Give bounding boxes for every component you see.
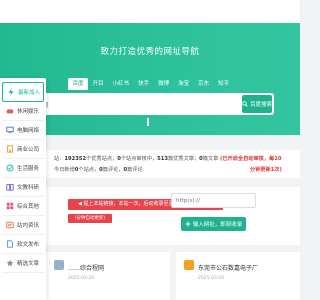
text-cursor-icon [147,118,149,126]
site-stats: 站：192352个优秀站点，0个站点审核中，513篇优秀文章，0篇文章 (已开启… [46,150,300,178]
game-icon [6,109,14,114]
sidebar-item-leisure[interactable]: 休闲娱乐 [2,102,44,121]
sidebar-item-life[interactable]: 生活服务 [2,159,44,178]
sidebar-item-label: 电脑网络 [17,128,40,134]
site-logo-icon [54,260,64,270]
bolt-icon [8,88,14,96]
sidebar-item-label: 最新加入 [18,90,41,96]
top-navbar [0,0,300,23]
submit-site-card: ◀ 提上本站链接，本站一次，后动收录至页面一次，先 （分钟自动更新） 输入网址，… [46,187,300,245]
plus-icon [185,221,191,227]
tab-taobao[interactable]: 淘宝 [174,78,194,90]
stats-text: 篇优秀文章， [168,156,200,162]
site-name[interactable]: 东莞市公石数嘉电子厂 [198,263,258,272]
site-logo-icon [184,260,194,270]
search-engine-tabs: 百度 开目 小红书 快手 微博 淘宝 京东 知乎 [68,78,234,90]
doc-icon [7,240,13,248]
stats-label: 站： [54,156,65,162]
sidebar-item-label: 休闲娱乐 [17,109,40,115]
search-button[interactable]: 百度搜索 [242,95,272,113]
grid-icon [6,202,14,210]
stats-line-1: 站：192352个优秀站点，0个站点审核中，513篇优秀文章，0篇文章 (已开启… [54,155,281,162]
news-icon [6,221,14,229]
articles-count: 513 [157,156,168,162]
sidebar-item-computer[interactable]: 电脑网络 [2,121,44,140]
sidebar-item-label: 商业公司 [17,147,40,153]
tab-weibo[interactable]: 微博 [154,78,174,90]
site-card[interactable]: ……综合程网 2025-03-20 [46,252,170,300]
submit-button-label: 输入网址，即刻收录 [192,222,243,228]
search-icon [242,101,248,107]
auto-update-badge: （分钟自动更新） [68,214,112,223]
computer-icon [6,126,14,134]
search-button-label: 百度搜索 [250,102,273,108]
sidebar-item-education[interactable]: 文教科研 [2,178,44,197]
sidebar-item-latest[interactable]: 最新加入 [2,82,44,102]
auto-review-note: (已开启全自动审核，每10 [220,156,282,162]
sidebar-item-label: 精选文章 [17,261,40,267]
building-icon [7,145,13,153]
sidebar-item-business[interactable]: 商业公司 [2,140,44,159]
stats-label: 今日新增 [54,167,75,173]
search-input[interactable] [42,93,222,115]
site-card[interactable]: 东莞市公石数嘉电子厂 2025-03-20 [176,252,300,300]
stats-text: 篇评论 [127,167,143,173]
stats-text: 篇文章 [202,156,219,162]
submit-site-button[interactable]: 输入网址，即刻收录 [181,217,246,231]
sidebar-item-label: 生活服务 [17,166,40,172]
book-icon [6,184,14,191]
url-input[interactable] [171,193,256,208]
hero-title: 致力打造优秀的网址导航 [100,47,200,57]
stats-text: 个站点审核中， [120,156,158,162]
tab-jd[interactable]: 京东 [194,78,214,90]
tab-kaimu[interactable]: 开目 [88,78,108,90]
site-date: 2025-03-20 [198,276,225,281]
sidebar-item-news[interactable]: 站内资讯 [2,216,44,235]
sidebar-item-other[interactable]: 综合其他 [2,197,44,216]
sidebar-item-label: 软文发布 [17,242,40,248]
search-box: 百度搜索 [34,93,274,115]
tab-baidu[interactable]: 百度 [68,78,89,90]
stats-text: 个站点， [78,167,100,173]
tab-xiaohongshu[interactable]: 小红书 [108,78,134,90]
tab-zhihu[interactable]: 知乎 [214,78,234,90]
sidebar-item-label: 综合其他 [17,204,40,210]
stats-text: 个优秀站点， [86,156,118,162]
sidebar-item-label: 站内资讯 [17,223,40,229]
stats-text: 篇评论， [102,167,124,173]
stats-line-2: 今日新增0个站点，0篇评论，0篇评论 分钟更新1次) [54,166,282,173]
auto-review-note-2: 分钟更新1次) [250,167,282,173]
site-name[interactable]: ……综合程网 [68,263,104,272]
sidebar-item-label: 文教科研 [17,185,40,191]
tab-kuaishou[interactable]: 快手 [134,78,154,90]
site-date: 2025-03-20 [68,276,95,281]
category-sidebar: 最新加入 休闲娱乐 电脑网络 商业公司 生活服务 文教科研 综合其他 站内资讯 … [0,78,46,300]
sidebar-item-softtext[interactable]: 软文发布 [2,235,44,254]
sidebar-item-featured[interactable]: 精选文章 [2,254,44,273]
latest-sites: ……综合程网 2025-03-20 东莞市公石数嘉电子厂 2025-03-20 [46,252,300,300]
star-icon [6,259,14,267]
life-icon [6,164,14,172]
total-sites-count: 192352 [64,156,87,162]
